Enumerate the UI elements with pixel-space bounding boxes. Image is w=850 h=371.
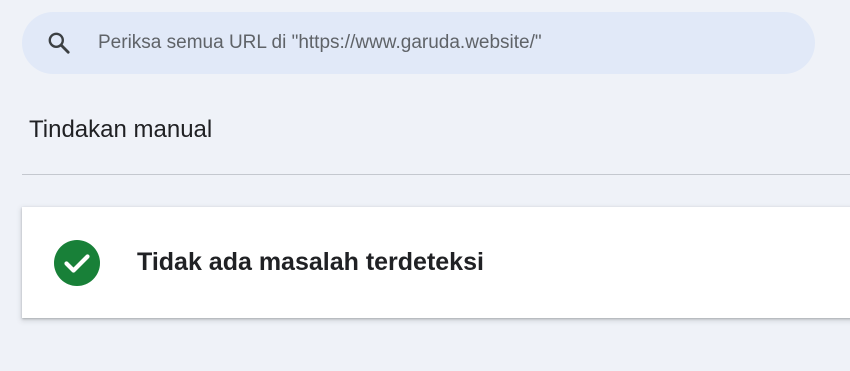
check-circle-icon (54, 239, 100, 286)
section-title: Tindakan manual (29, 116, 213, 143)
status-message: Tidak ada masalah terdeteksi (137, 248, 484, 276)
search-bar[interactable] (22, 12, 815, 74)
status-card: Tidak ada masalah terdeteksi (22, 207, 850, 318)
search-icon[interactable] (46, 30, 72, 56)
divider (22, 174, 850, 175)
search-input[interactable] (98, 32, 748, 54)
